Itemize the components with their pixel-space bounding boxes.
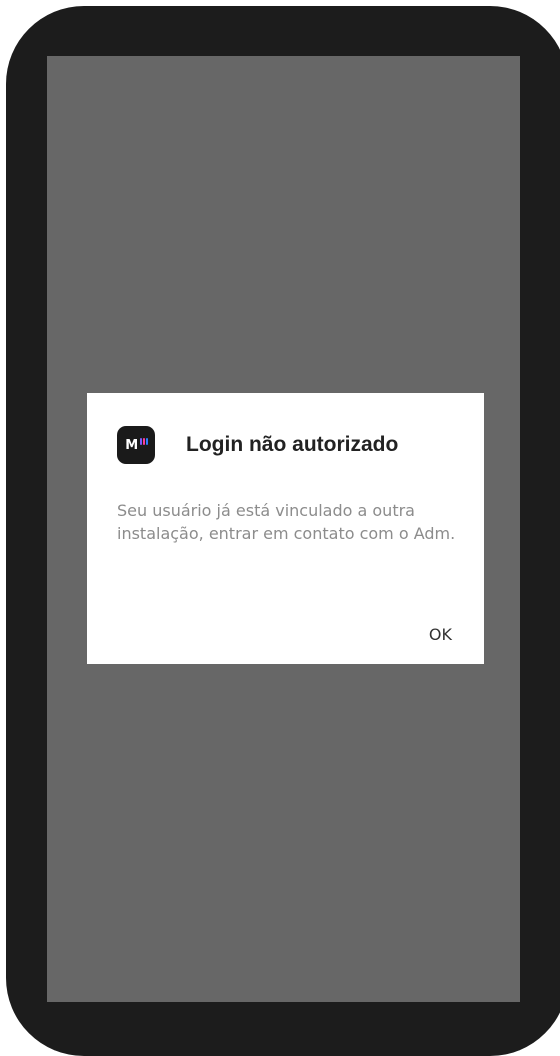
app-logo-letter: M: [125, 437, 138, 453]
app-logo-icon: M: [117, 426, 155, 464]
app-logo-bars: [140, 438, 148, 445]
app-logo-bar: [140, 438, 142, 445]
ok-button[interactable]: OK: [425, 623, 456, 646]
app-logo-bar: [146, 438, 148, 445]
dialog-title: Login não autorizado: [186, 433, 399, 456]
app-logo-bar: [143, 438, 145, 445]
dialog-header: M Login não autorizado: [117, 426, 398, 464]
alert-dialog: M Login não autorizado Seu usuário já es…: [87, 393, 484, 664]
dialog-message: Seu usuário já está vinculado a outra in…: [117, 501, 456, 543]
